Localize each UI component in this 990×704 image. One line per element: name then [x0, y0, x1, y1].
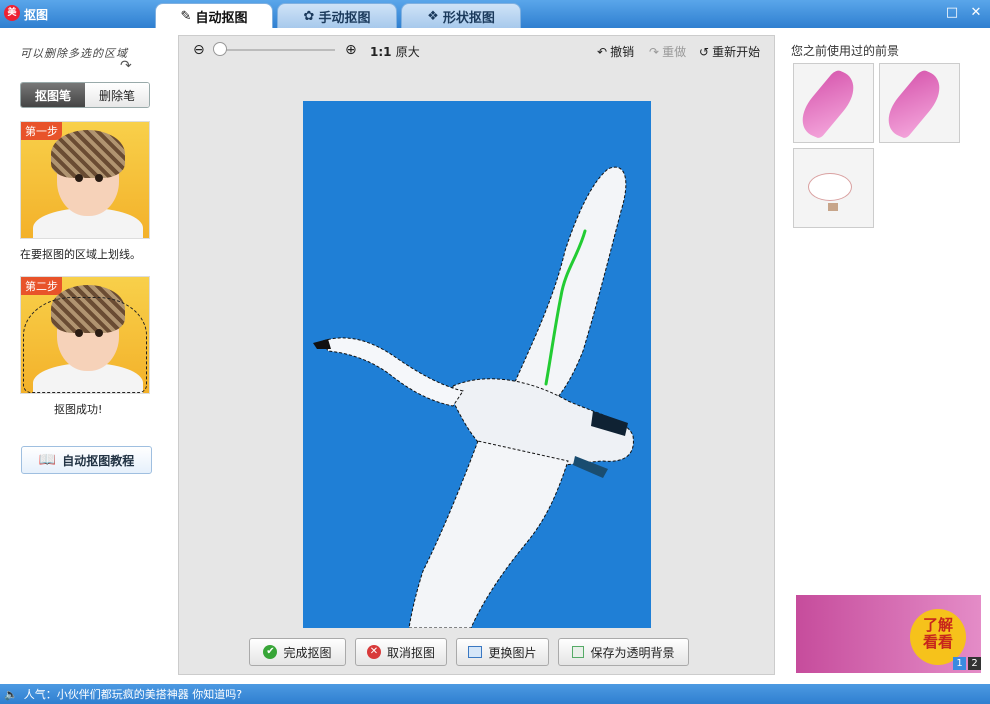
ratio-value: 1:1: [370, 45, 392, 59]
undo-icon: ↶: [597, 44, 608, 59]
step1-badge: 第一步: [21, 122, 62, 140]
restart-button[interactable]: ↺ 重新开始: [699, 43, 760, 60]
swan-image: [313, 166, 634, 628]
main-area: 可以删除多选的区域 ↷ 抠图笔 删除笔 第一步 在要抠图的区域上划线。 第二步 …: [0, 28, 990, 684]
recent-foregrounds-title: 您之前使用过的前景: [791, 44, 900, 58]
left-panel: 可以删除多选的区域 ↷ 抠图笔 删除笔 第一步 在要抠图的区域上划线。 第二步 …: [0, 28, 168, 684]
curved-arrow-icon: ↷: [120, 58, 132, 74]
speaker-icon: 🔈: [4, 687, 18, 701]
step1-caption: 在要抠图的区域上划线。: [20, 248, 141, 261]
tab-label: 形状抠图: [442, 10, 495, 26]
redo-button[interactable]: ↷ 重做: [649, 43, 686, 60]
cutout-pen-button[interactable]: 抠图笔: [21, 83, 85, 107]
right-panel: 您之前使用过的前景 了解 看看 1 2: [785, 28, 990, 684]
banner-page-2[interactable]: 2: [968, 657, 981, 670]
save-transparent-button[interactable]: 保存为透明背景: [558, 638, 689, 666]
step2-example-image: 第二步: [20, 276, 150, 394]
app-title: 抠图: [24, 8, 49, 22]
zoom-slider[interactable]: [217, 49, 335, 51]
ratio-label: 原大: [395, 45, 420, 59]
tab-label: 手动抠图: [318, 10, 371, 26]
promo-banner[interactable]: 了解 看看 1 2: [796, 595, 981, 673]
check-icon: ✔: [263, 645, 278, 659]
hint-text: 可以删除多选的区域: [20, 47, 128, 60]
tab-label: 自动抠图: [195, 10, 248, 26]
finish-label: 完成抠图: [283, 645, 332, 660]
cancel-icon: ✕: [366, 645, 381, 659]
editor-toolbar: ⊖ ⊕ 1:1 原大 ↶ 撤销 ↷ 重做 ↺ 重新开始: [179, 36, 774, 64]
erase-pen-button[interactable]: 删除笔: [85, 83, 149, 107]
undo-button[interactable]: ↶ 撤销: [597, 43, 634, 60]
finish-cutout-button[interactable]: ✔ 完成抠图: [249, 638, 346, 666]
brush-icon: ✎: [180, 8, 192, 24]
tab-bar: ✎ 自动抠图 ✿ 手动抠图 ❖ 形状抠图: [155, 3, 525, 28]
editor-panel: ⊖ ⊕ 1:1 原大 ↶ 撤销 ↷ 重做 ↺ 重新开始 ✔ 完成抠图 ✕ 取消抠…: [178, 35, 775, 675]
title-bar: 美 抠图 ✎ 自动抠图 ✿ 手动抠图 ❖ 形状抠图 □ ✕: [0, 0, 990, 28]
restart-label: 重新开始: [712, 45, 761, 59]
auto-cutout-tutorial-button[interactable]: 📖 自动抠图教程: [21, 446, 152, 474]
recent-foreground-thumb[interactable]: [879, 63, 960, 143]
save-label: 保存为透明背景: [590, 645, 675, 660]
status-text[interactable]: 人气：小伙伴们都玩疯的美搭神器 你知道吗?: [24, 686, 242, 702]
recent-foreground-thumb[interactable]: [793, 148, 874, 228]
tab-manual-cutout[interactable]: ✿ 手动抠图: [277, 3, 397, 28]
redo-label: 重做: [662, 45, 687, 59]
recent-foreground-thumb[interactable]: [793, 63, 874, 143]
save-icon: [572, 646, 585, 658]
actual-size-button[interactable]: 1:1 原大: [370, 43, 420, 60]
zoom-out-icon[interactable]: ⊖: [193, 42, 205, 58]
step2-caption: 抠图成功!: [54, 403, 103, 416]
step2-badge: 第二步: [21, 277, 62, 295]
zoom-slider-thumb[interactable]: [213, 42, 227, 56]
image-swap-icon: [468, 646, 483, 658]
action-buttons: ✔ 完成抠图 ✕ 取消抠图 更换图片 保存为透明背景: [249, 638, 689, 666]
redo-icon: ↷: [649, 44, 660, 59]
banner-page-1[interactable]: 1: [953, 657, 966, 670]
app-logo-icon: 美: [4, 5, 20, 21]
tab-shape-cutout[interactable]: ❖ 形状抠图: [401, 3, 521, 28]
maximize-icon[interactable]: □: [944, 5, 960, 21]
restart-icon: ↺: [699, 44, 710, 59]
replace-label: 更换图片: [488, 645, 537, 660]
tab-auto-cutout[interactable]: ✎ 自动抠图: [155, 3, 273, 28]
pen-toggle: 抠图笔 删除笔: [20, 82, 150, 108]
book-icon: 📖: [38, 452, 57, 468]
tutorial-label: 自动抠图教程: [62, 453, 135, 468]
replace-image-button[interactable]: 更换图片: [456, 638, 549, 666]
cancel-label: 取消抠图: [386, 645, 435, 660]
cancel-cutout-button[interactable]: ✕ 取消抠图: [355, 638, 447, 666]
zoom-in-icon[interactable]: ⊕: [345, 42, 357, 58]
close-icon[interactable]: ✕: [968, 5, 984, 21]
cutout-canvas[interactable]: [303, 101, 651, 628]
status-bar: 🔈 人气：小伙伴们都玩疯的美搭神器 你知道吗?: [0, 684, 990, 704]
palette-icon: ✿: [303, 8, 315, 24]
step1-example-image: 第一步: [20, 121, 150, 239]
undo-label: 撤销: [610, 45, 635, 59]
shapes-icon: ❖: [427, 8, 439, 24]
